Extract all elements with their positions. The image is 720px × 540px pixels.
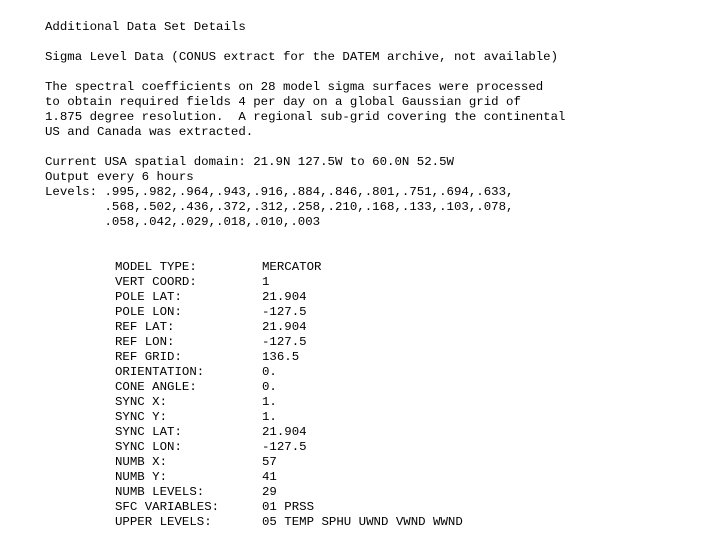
param-value: 57 xyxy=(262,455,277,469)
param-value: 21.904 xyxy=(262,425,307,439)
table-row: POLE LAT: 21.904 xyxy=(115,290,463,305)
domain-spacer-b xyxy=(45,245,710,260)
page-subtitle: Sigma Level Data (CONUS extract for the … xyxy=(45,50,559,64)
table-row: NUMB Y: 41 xyxy=(115,470,463,485)
param-value: 1. xyxy=(262,395,277,409)
domain-block: Current USA spatial domain: 21.9N 127.5W… xyxy=(45,155,710,230)
table-row: UPPER LEVELS: 05 TEMP SPHU UWND VWND WWN… xyxy=(115,515,463,530)
param-label: ORIENTATION: xyxy=(115,365,205,379)
description-line: to obtain required fields 4 per day on a… xyxy=(45,95,521,109)
param-label: CONE ANGLE: xyxy=(115,380,197,394)
param-value: -127.5 xyxy=(262,335,307,349)
param-label: UPPER LEVELS: xyxy=(115,515,212,529)
param-label: MODEL TYPE: xyxy=(115,260,197,274)
param-label: REF GRID: xyxy=(115,350,182,364)
document-body: Additional Data Set Details Sigma Level … xyxy=(45,20,710,530)
description-line: 1.875 degree resolution. A regional sub-… xyxy=(45,110,566,124)
table-row: NUMB X: 57 xyxy=(115,455,463,470)
description-line: US and Canada was extracted. xyxy=(45,125,254,139)
subtitle-spacer xyxy=(45,65,710,80)
table-row: SFC VARIABLES: 01 PRSS xyxy=(115,500,463,515)
table-row: REF LAT: 21.904 xyxy=(115,320,463,335)
param-value: 21.904 xyxy=(262,320,307,334)
param-value: 21.904 xyxy=(262,290,307,304)
page-title: Additional Data Set Details xyxy=(45,20,246,34)
param-label: SYNC LAT: xyxy=(115,425,182,439)
table-row: SYNC LON: -127.5 xyxy=(115,440,463,455)
param-label: POLE LAT: xyxy=(115,290,182,304)
parameter-table: MODEL TYPE: MERCATOR VERT COORD: 1 POLE … xyxy=(115,260,463,530)
param-value: 1. xyxy=(262,410,277,424)
param-value: MERCATOR xyxy=(262,260,322,274)
table-row: NUMB LEVELS: 29 xyxy=(115,485,463,500)
table-row: POLE LON: -127.5 xyxy=(115,305,463,320)
param-value: -127.5 xyxy=(262,440,307,454)
param-label: SFC VARIABLES: xyxy=(115,500,220,514)
levels-line-continued: .568,.502,.436,.372,.312,.258,.210,.168,… xyxy=(45,200,514,214)
table-row: SYNC Y: 1. xyxy=(115,410,463,425)
param-value: 136.5 xyxy=(262,350,300,364)
table-row: SYNC LAT: 21.904 xyxy=(115,425,463,440)
param-label: NUMB Y: xyxy=(115,470,168,484)
param-label: POLE LON: xyxy=(115,305,182,319)
param-value: 0. xyxy=(262,380,277,394)
param-label: SYNC X: xyxy=(115,395,168,409)
param-value: 05 TEMP SPHU UWND VWND WWND xyxy=(262,515,463,529)
param-value: 1 xyxy=(262,275,270,289)
param-value: 0. xyxy=(262,365,277,379)
param-label: REF LAT: xyxy=(115,320,175,334)
spatial-domain-line: Current USA spatial domain: 21.9N 127.5W… xyxy=(45,155,454,169)
param-value: 41 xyxy=(262,470,277,484)
table-row: MODEL TYPE: MERCATOR xyxy=(115,260,463,275)
title-spacer xyxy=(45,35,710,50)
description-block: The spectral coefficients on 28 model si… xyxy=(45,80,710,140)
param-label: NUMB X: xyxy=(115,455,168,469)
param-value: -127.5 xyxy=(262,305,307,319)
levels-line-continued: .058,.042,.029,.018,.010,.003 xyxy=(45,215,321,229)
param-label: SYNC LON: xyxy=(115,440,182,454)
parameter-table-body: MODEL TYPE: MERCATOR VERT COORD: 1 POLE … xyxy=(115,260,463,530)
param-label: VERT COORD: xyxy=(115,275,197,289)
param-label: NUMB LEVELS: xyxy=(115,485,205,499)
table-row: REF GRID: 136.5 xyxy=(115,350,463,365)
param-label: SYNC Y: xyxy=(115,410,168,424)
param-value: 01 PRSS xyxy=(262,500,315,514)
param-label: REF LON: xyxy=(115,335,175,349)
output-interval-line: Output every 6 hours xyxy=(45,170,194,184)
table-row: ORIENTATION: 0. xyxy=(115,365,463,380)
table-row: REF LON: -127.5 xyxy=(115,335,463,350)
param-value: 29 xyxy=(262,485,277,499)
document-page: Additional Data Set Details Sigma Level … xyxy=(0,0,720,540)
table-row: VERT COORD: 1 xyxy=(115,275,463,290)
table-row: SYNC X: 1. xyxy=(115,395,463,410)
table-row: CONE ANGLE: 0. xyxy=(115,380,463,395)
domain-spacer-a xyxy=(45,230,710,245)
description-line: The spectral coefficients on 28 model si… xyxy=(45,80,544,94)
levels-line: Levels: .995,.982,.964,.943,.916,.884,.8… xyxy=(45,185,514,199)
